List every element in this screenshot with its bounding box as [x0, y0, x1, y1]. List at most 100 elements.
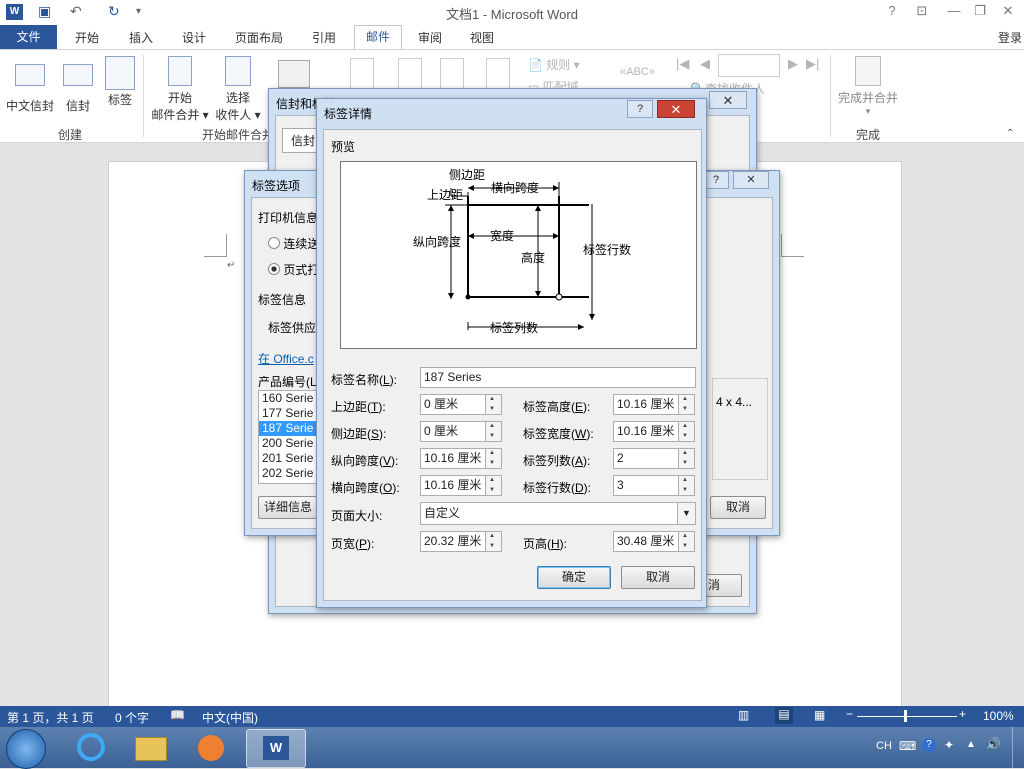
tab-layout[interactable]: 页面布局 [235, 29, 283, 46]
read-mode-icon[interactable]: ▥ [738, 708, 749, 722]
tray-settings-icon[interactable]: ✦ [944, 738, 954, 752]
list-item[interactable]: 201 Serie [259, 451, 319, 466]
horizontal-pitch-stepper[interactable]: 10.16 厘米 ▲ ▼ [420, 475, 502, 496]
tab-mailings[interactable]: 邮件 [354, 25, 402, 49]
last-record-icon: ▶| [806, 56, 820, 71]
label-width-stepper[interactable]: 10.16 厘米 ▲ ▼ [613, 421, 695, 442]
keyboard-icon[interactable]: ⌨ [899, 739, 916, 753]
diagram-rows: 标签行数 [583, 242, 631, 257]
label-name-input[interactable]: 187 Series [420, 367, 696, 388]
minimize-button[interactable]: — [944, 3, 964, 18]
label-details-help[interactable]: ? [627, 100, 653, 118]
label-height-label: 标签高度(E): [523, 400, 591, 414]
select-recipients-button[interactable]: 选择 收件人 ▾ [212, 56, 264, 123]
office-link[interactable]: 在 Office.c [258, 350, 314, 367]
language[interactable]: 中文(中国) [202, 709, 258, 726]
explorer-icon[interactable] [122, 729, 180, 766]
page-height-label: 页高(H): [523, 537, 568, 551]
print-layout-icon[interactable]: ▤ [775, 707, 793, 724]
vertical-pitch-stepper[interactable]: 10.16 厘米 ▲ ▼ [420, 448, 502, 469]
collapse-ribbon-icon[interactable]: ⌃ [1006, 128, 1014, 139]
tab-file[interactable]: 文件 [0, 25, 57, 49]
list-item[interactable]: 202 Serie [259, 466, 319, 481]
tab-review[interactable]: 审阅 [418, 29, 442, 46]
tab-home[interactable]: 开始 [75, 29, 99, 46]
label-rows-label: 标签行数(D): [523, 481, 592, 495]
label-height-stepper[interactable]: 10.16 厘米 ▲ ▼ [613, 394, 695, 415]
word-taskbar-icon[interactable]: W [246, 729, 306, 768]
restore-button[interactable]: ❐ [970, 3, 990, 19]
envelope-button[interactable]: 信封 [60, 56, 96, 114]
product-number-label: 产品编号(L [258, 375, 317, 389]
cancel-button[interactable]: 取消 [621, 566, 695, 589]
signin-link[interactable]: 登录 [998, 29, 1022, 46]
product-number-list[interactable]: 160 Serie 177 Serie 187 Serie 200 Serie … [258, 390, 320, 484]
page-width-stepper[interactable]: 20.32 厘米 ▲ ▼ [420, 531, 502, 552]
list-item[interactable]: 160 Serie [259, 391, 319, 406]
zoom-out-icon[interactable]: − [846, 707, 853, 721]
zoom-slider[interactable] [857, 716, 957, 717]
label-columns-stepper[interactable]: 2 ▲ ▼ [613, 448, 695, 469]
zoom-in-icon[interactable]: + [959, 707, 966, 721]
diagram-height: 高度 [521, 250, 545, 265]
list-item[interactable]: 200 Serie [259, 436, 319, 451]
envelopes-dialog-close[interactable]: ✕ [709, 91, 747, 109]
page-height-stepper[interactable]: 30.48 厘米 ▲ ▼ [613, 531, 695, 552]
start-button[interactable] [6, 729, 46, 769]
page-size-select[interactable]: 自定义 ▼ [420, 502, 696, 525]
help-tray-icon[interactable]: ? [922, 738, 936, 752]
label-options-close[interactable]: ✕ [733, 171, 769, 189]
group-merge-label: 开始邮件合并 [202, 128, 275, 142]
side-margin-stepper[interactable]: 0 厘米 ▲ ▼ [420, 421, 502, 442]
tab-view[interactable]: 视图 [470, 29, 494, 46]
margin-corner-left [204, 234, 227, 257]
ok-button[interactable]: 确定 [537, 566, 611, 589]
top-margin-stepper[interactable]: 0 厘米 ▲ ▼ [420, 394, 502, 415]
page-count[interactable]: 第 1 页，共 1 页 [7, 709, 94, 726]
first-record-icon: |◀ [676, 56, 690, 71]
label-options-cancel[interactable]: 取消 [710, 496, 766, 519]
status-bar: 第 1 页，共 1 页 0 个字 📖 中文(中国) ▥ ▤ ▦ − + 100% [0, 706, 1024, 727]
ie-icon[interactable] [62, 729, 120, 766]
show-hidden-icons[interactable]: ▲ [966, 739, 976, 750]
zoom-level[interactable]: 100% [983, 709, 1014, 723]
tab-references[interactable]: 引用 [312, 29, 336, 46]
tab-design[interactable]: 设计 [182, 29, 206, 46]
web-layout-icon[interactable]: ▦ [814, 708, 825, 722]
diagram-top-margin: 上边距 [427, 188, 463, 202]
details-button[interactable]: 详细信息 [258, 496, 318, 519]
rules-button: 📄 规则 ▾ [528, 58, 580, 72]
zoom-slider-thumb[interactable] [904, 710, 907, 722]
edit-recipients-icon[interactable] [278, 60, 310, 88]
label-width-label: 标签宽度(W): [523, 427, 594, 441]
label-details-dialog: 标签详情 ? ✕ 预览 侧边距 上边距 横向跨度 纵向跨度 宽度 高度 标签行数… [316, 98, 707, 608]
tab-insert[interactable]: 插入 [129, 29, 153, 46]
highlight-fields-icon [350, 58, 374, 90]
ime-indicator[interactable]: CH [876, 740, 892, 752]
word-count[interactable]: 0 个字 [115, 709, 149, 726]
label-rows-stepper[interactable]: 3 ▲ ▼ [613, 475, 695, 496]
label-details-close[interactable]: ✕ [657, 100, 695, 118]
page-printer-radio[interactable]: 页式打 [268, 261, 319, 278]
group-create-label: 创建 [58, 128, 83, 142]
start-merge-button[interactable]: 开始 邮件合并 ▾ [150, 56, 210, 123]
finish-merge-button[interactable]: 完成并合并 ▾ [834, 56, 902, 117]
group-finish-label: 完成 [856, 128, 881, 142]
volume-icon[interactable]: 🔊 [986, 737, 1001, 751]
media-player-icon[interactable] [182, 729, 240, 766]
insert-field-icon [486, 58, 510, 90]
label-columns-label: 标签列数(A): [523, 454, 591, 468]
diagram-columns: 标签列数 [490, 320, 538, 335]
list-item-selected[interactable]: 187 Serie [259, 421, 319, 436]
help-button[interactable]: ? [882, 3, 902, 18]
close-button[interactable]: ✕ [998, 3, 1018, 19]
labels-button[interactable]: 标签 [102, 56, 138, 108]
chinese-envelope-button[interactable]: 中文信封 [4, 56, 56, 114]
continuous-feed-radio[interactable]: 连续送 [268, 235, 319, 252]
vertical-pitch-label: 纵向跨度(V): [331, 454, 399, 468]
next-record-icon: ▶ [788, 56, 798, 71]
ribbon-display-icon[interactable]: ⊡ [912, 3, 932, 19]
list-item[interactable]: 177 Serie [259, 406, 319, 421]
proofing-icon[interactable]: 📖 [170, 708, 185, 722]
show-desktop-button[interactable] [1012, 727, 1024, 768]
